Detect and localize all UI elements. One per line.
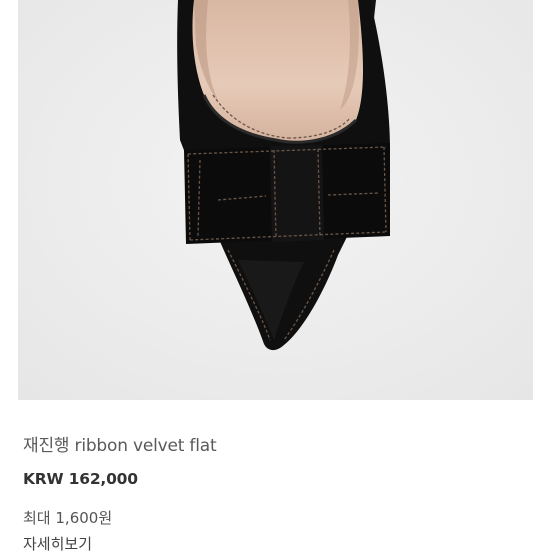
- price-amount: 162,000: [68, 470, 138, 488]
- points-label: 최대: [23, 509, 51, 527]
- price: KRW 162,000: [23, 470, 138, 488]
- view-details-link[interactable]: 자세히보기: [23, 533, 92, 554]
- price-currency: KRW: [23, 470, 64, 488]
- product-name[interactable]: 재진행 ribbon velvet flat: [23, 431, 217, 456]
- points-amount: 1,600원: [55, 509, 113, 527]
- shoe-illustration: [18, 0, 533, 400]
- reward-points: 최대 1,600원: [23, 507, 112, 528]
- product-card: 재진행 ribbon velvet flat KRW 162,000 최대 1,…: [0, 0, 553, 553]
- product-image[interactable]: [18, 0, 533, 400]
